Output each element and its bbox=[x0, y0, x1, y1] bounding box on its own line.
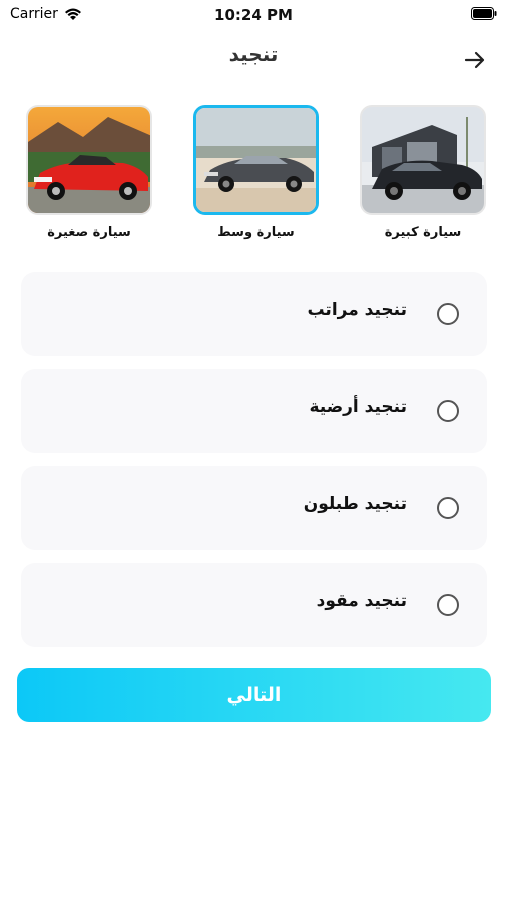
gray-sedan-photo bbox=[193, 105, 319, 215]
car-type-selector: سيارة كبيرة سيارة وسط سيارة صغيرة bbox=[0, 105, 507, 245]
upholstery-options-list: تنجيد مراتب تنجيد أرضية تنجيد طبلون تنجي… bbox=[21, 272, 487, 660]
option-steering-upholstery[interactable]: تنجيد مقود bbox=[21, 563, 487, 647]
page-title: تنجيد bbox=[228, 42, 279, 66]
option-label: تنجيد مقود bbox=[316, 591, 407, 611]
option-label: تنجيد أرضية bbox=[309, 397, 407, 417]
car-type-large[interactable]: سيارة كبيرة bbox=[360, 105, 486, 240]
car-type-label: سيارة صغيرة bbox=[47, 225, 131, 240]
car-type-label: سيارة وسط bbox=[217, 225, 295, 240]
car-type-medium[interactable]: سيارة وسط bbox=[193, 105, 319, 240]
status-bar: Carrier 10:24 PM bbox=[0, 0, 507, 28]
option-mattress-upholstery[interactable]: تنجيد مراتب bbox=[21, 272, 487, 356]
radio-button[interactable] bbox=[437, 594, 459, 616]
status-time: 10:24 PM bbox=[214, 6, 293, 24]
option-label: تنجيد طبلون bbox=[303, 494, 407, 514]
option-dashboard-upholstery[interactable]: تنجيد طبلون bbox=[21, 466, 487, 550]
black-suv-photo bbox=[360, 105, 486, 215]
radio-button[interactable] bbox=[437, 497, 459, 519]
back-button[interactable] bbox=[461, 46, 489, 74]
car-type-small[interactable]: سيارة صغيرة bbox=[26, 105, 152, 240]
arrow-right-icon bbox=[464, 51, 485, 69]
next-button[interactable]: التالي bbox=[17, 668, 491, 722]
option-floor-upholstery[interactable]: تنجيد أرضية bbox=[21, 369, 487, 453]
car-type-label: سيارة كبيرة bbox=[384, 225, 462, 240]
battery-icon bbox=[471, 7, 497, 20]
red-convertible-photo bbox=[26, 105, 152, 215]
radio-button[interactable] bbox=[437, 303, 459, 325]
navigation-header: تنجيد bbox=[0, 40, 507, 80]
option-label: تنجيد مراتب bbox=[307, 300, 407, 320]
radio-button[interactable] bbox=[437, 400, 459, 422]
